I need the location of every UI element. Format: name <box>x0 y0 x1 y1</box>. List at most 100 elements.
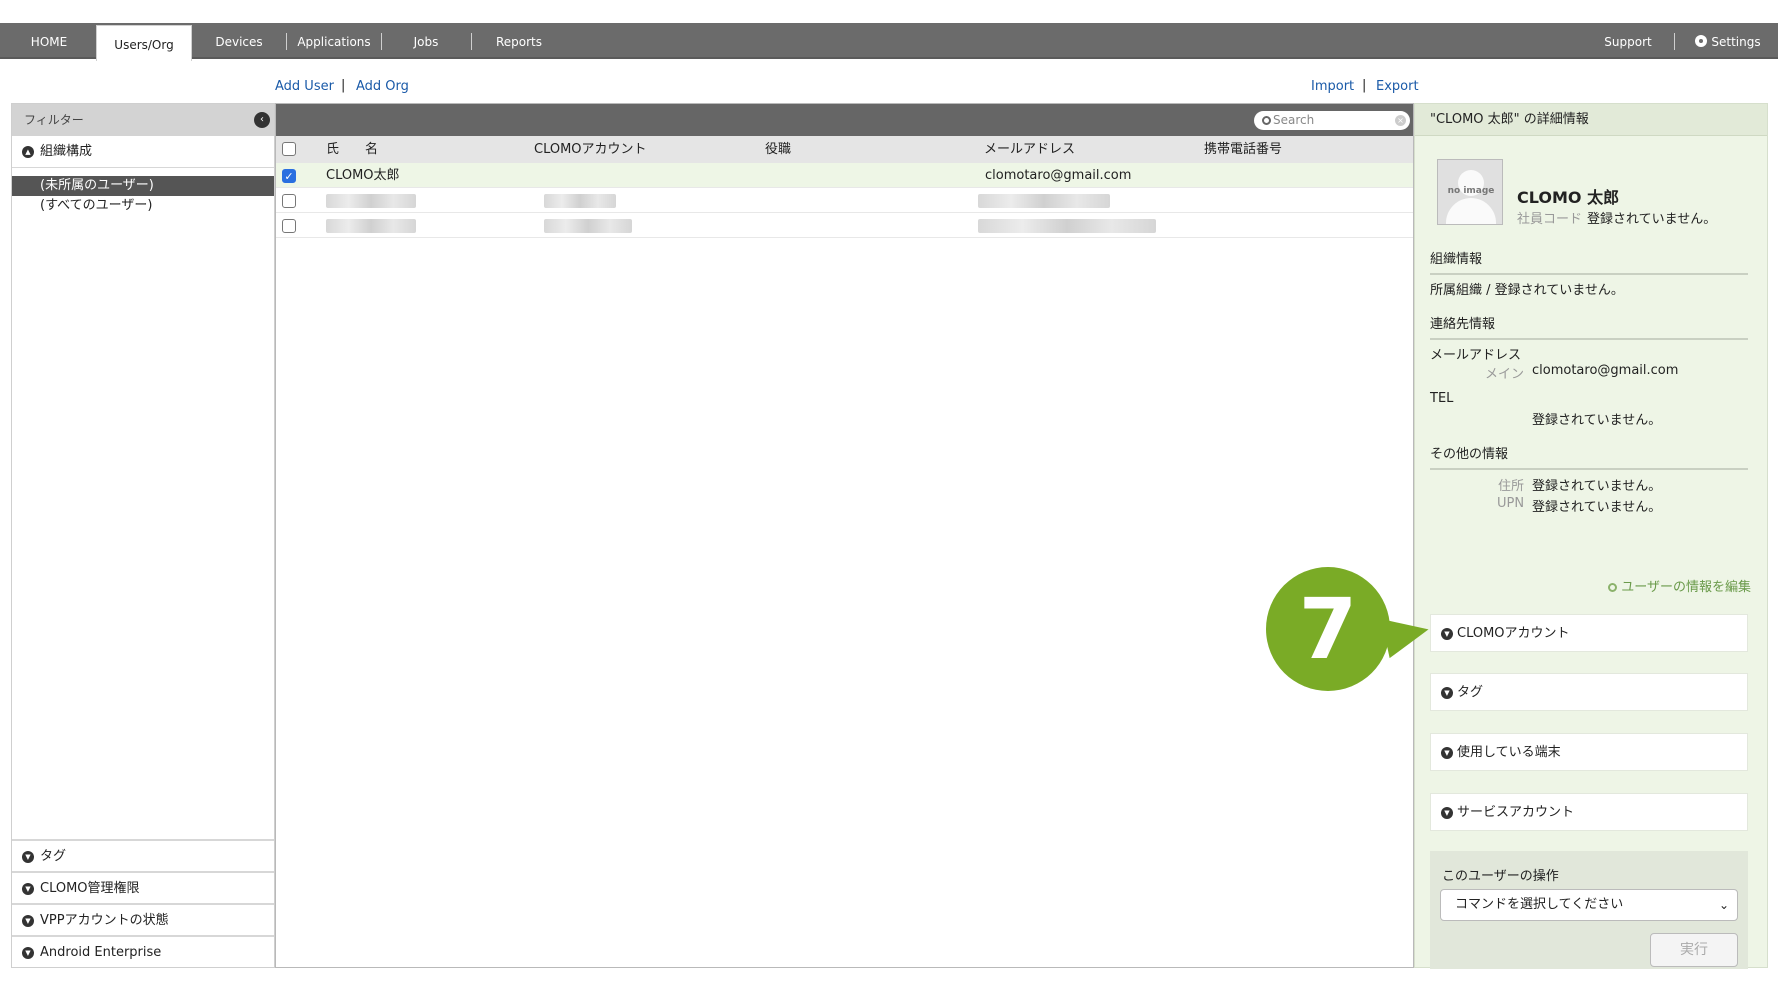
edit-user-label: ユーザーの情報を編集 <box>1621 580 1751 595</box>
tab-reports[interactable]: Reports <box>472 23 566 59</box>
operations-title: このユーザーの操作 <box>1442 869 1559 884</box>
accordion-label: 使用している端末 <box>1457 745 1561 760</box>
table-row[interactable] <box>276 188 1413 213</box>
redacted-account <box>544 219 632 233</box>
other-info-heading: その他の情報 <box>1430 443 1748 470</box>
redacted-name <box>326 219 416 233</box>
column-title[interactable]: 役職 <box>765 136 791 163</box>
chevron-down-icon: ▼ <box>1441 747 1453 759</box>
address-label: 住所 <box>1498 479 1525 494</box>
redacted-email <box>978 219 1156 233</box>
chevron-down-icon: ▼ <box>1441 628 1453 640</box>
row-email: clomotaro@gmail.com <box>985 168 1132 183</box>
tree-item-unassigned-users[interactable]: (未所属のユーザー) <box>12 176 274 196</box>
chevron-down-icon: ▼ <box>22 947 34 959</box>
chevron-down-icon: ⌄ <box>1718 898 1729 912</box>
tel-label: TEL <box>1430 391 1454 406</box>
filter-header: フィルター ‹ <box>12 104 274 136</box>
chevron-up-icon: ▲ <box>22 146 34 158</box>
accordion-label: CLOMOアカウント <box>1457 626 1570 641</box>
filter-section-android-enterprise[interactable]: ▼ Android Enterprise <box>12 935 274 967</box>
accordion-devices-in-use[interactable]: ▼ 使用している端末 <box>1430 733 1748 771</box>
gear-icon <box>1695 35 1708 47</box>
accordion-clomo-account[interactable]: ▼ CLOMOアカウント <box>1430 614 1748 652</box>
chevron-down-icon: ▼ <box>22 851 34 863</box>
avatar-placeholder-text: no image <box>1447 186 1495 196</box>
column-mobile[interactable]: 携帯電話番号 <box>1204 136 1282 163</box>
tree-item-all-users[interactable]: (すべてのユーザー) <box>12 196 274 216</box>
accordion-label: タグ <box>1457 685 1484 700</box>
chevron-down-icon: ▼ <box>1441 687 1453 699</box>
user-detail-panel: "CLOMO 太郎" の詳細情報 no image CLOMO 太郎 社員コード… <box>1414 103 1768 969</box>
command-select-value: コマンドを選択してください <box>1455 897 1624 912</box>
row-checkbox[interactable] <box>282 194 296 208</box>
upn-value: 登録されていません。 <box>1532 500 1662 515</box>
table-row[interactable]: ✓ CLOMO太郎 clomotaro@gmail.com <box>276 163 1413 188</box>
tab-devices[interactable]: Devices <box>192 23 286 59</box>
contact-info-heading: 連絡先情報 <box>1430 313 1748 340</box>
add-user-link[interactable]: Add User <box>275 79 334 94</box>
search-input[interactable]: Search × <box>1254 111 1410 130</box>
org-info-value: 所属組織 / 登録されていません。 <box>1430 283 1624 298</box>
row-checkbox[interactable] <box>282 219 296 233</box>
user-operations: このユーザーの操作 コマンドを選択してください ⌄ 実行 <box>1430 851 1748 969</box>
avatar: no image <box>1437 159 1503 225</box>
filter-section-label: Android Enterprise <box>40 945 162 960</box>
table-toolbar: Search × <box>276 104 1413 136</box>
circle-icon <box>1608 583 1618 592</box>
clear-icon[interactable]: × <box>1395 115 1406 126</box>
nav-divider <box>1674 33 1675 50</box>
column-name[interactable]: 氏 名 <box>326 136 378 163</box>
filter-section-vpp-status[interactable]: ▼ VPPアカウントの状態 <box>12 903 274 935</box>
row-checkbox[interactable]: ✓ <box>282 169 296 183</box>
column-email[interactable]: メールアドレス <box>984 136 1075 163</box>
org-structure-label: 組織構成 <box>40 144 93 159</box>
filter-section-label: CLOMO管理権限 <box>40 881 140 896</box>
table-header: 氏 名 CLOMOアカウント 役職 メールアドレス 携帯電話番号 <box>276 136 1413 163</box>
run-button[interactable]: 実行 <box>1650 933 1738 967</box>
command-select[interactable]: コマンドを選択してください ⌄ <box>1440 889 1738 921</box>
tab-jobs[interactable]: Jobs <box>382 23 470 59</box>
filter-section-label: VPPアカウントの状態 <box>40 913 169 928</box>
filter-title: フィルター <box>24 113 84 127</box>
export-link[interactable]: Export <box>1376 79 1419 94</box>
redacted-email <box>978 194 1110 208</box>
add-org-link[interactable]: Add Org <box>356 79 409 94</box>
accordion-tags[interactable]: ▼ タグ <box>1430 673 1748 711</box>
upn-label: UPN <box>1497 496 1525 511</box>
import-link[interactable]: Import <box>1311 79 1354 94</box>
filter-section-admin-rights[interactable]: ▼ CLOMO管理権限 <box>12 871 274 903</box>
filter-panel: フィルター ‹ ▲ 組織構成 (未所属のユーザー) (すべてのユーザー) ▼ タグ… <box>11 103 275 968</box>
tab-applications[interactable]: Applications <box>287 23 381 59</box>
collapse-left-icon[interactable]: ‹ <box>254 112 270 128</box>
main-email-label: メイン <box>1485 367 1525 382</box>
filter-section-tags[interactable]: ▼ タグ <box>12 839 274 871</box>
user-display-name: CLOMO 太郎 <box>1517 188 1620 207</box>
chevron-down-icon: ▼ <box>22 883 34 895</box>
table-row[interactable] <box>276 213 1413 238</box>
settings-label: Settings <box>1711 35 1761 49</box>
chevron-down-icon: ▼ <box>22 915 34 927</box>
redacted-account <box>544 194 616 208</box>
user-table-panel: Search × 氏 名 CLOMOアカウント 役職 メールアドレス 携帯電話番… <box>275 103 1414 968</box>
filter-bottom-sections: ▼ タグ ▼ CLOMO管理権限 ▼ VPPアカウントの状態 ▼ Android Ent… <box>12 839 274 967</box>
email-section-label: メールアドレス <box>1430 348 1522 363</box>
select-all-checkbox[interactable] <box>282 142 296 156</box>
filter-section-label: タグ <box>40 849 67 864</box>
address-value: 登録されていません。 <box>1532 479 1662 494</box>
accordion-service-accounts[interactable]: ▼ サービスアカウント <box>1430 793 1748 831</box>
org-structure-section[interactable]: ▲ 組織構成 <box>12 136 274 168</box>
org-info-heading: 組織情報 <box>1430 248 1748 275</box>
link-separator: | <box>341 78 346 93</box>
settings-link[interactable]: Settings <box>1680 23 1776 59</box>
column-clomo-account[interactable]: CLOMOアカウント <box>534 136 647 163</box>
chevron-down-icon: ▼ <box>1441 807 1453 819</box>
tab-home[interactable]: HOME <box>0 23 98 59</box>
tab-users-org[interactable]: Users/Org <box>96 25 192 61</box>
top-nav: HOME Users/Org Devices Applications Jobs… <box>0 23 1778 61</box>
accordion-label: サービスアカウント <box>1457 805 1575 820</box>
edit-user-link[interactable]: ユーザーの情報を編集 <box>1608 576 1751 595</box>
support-link[interactable]: Support <box>1586 23 1670 59</box>
employee-code-label: 社員コード <box>1517 212 1583 227</box>
employee-code-value: 登録されていません。 <box>1587 212 1717 227</box>
